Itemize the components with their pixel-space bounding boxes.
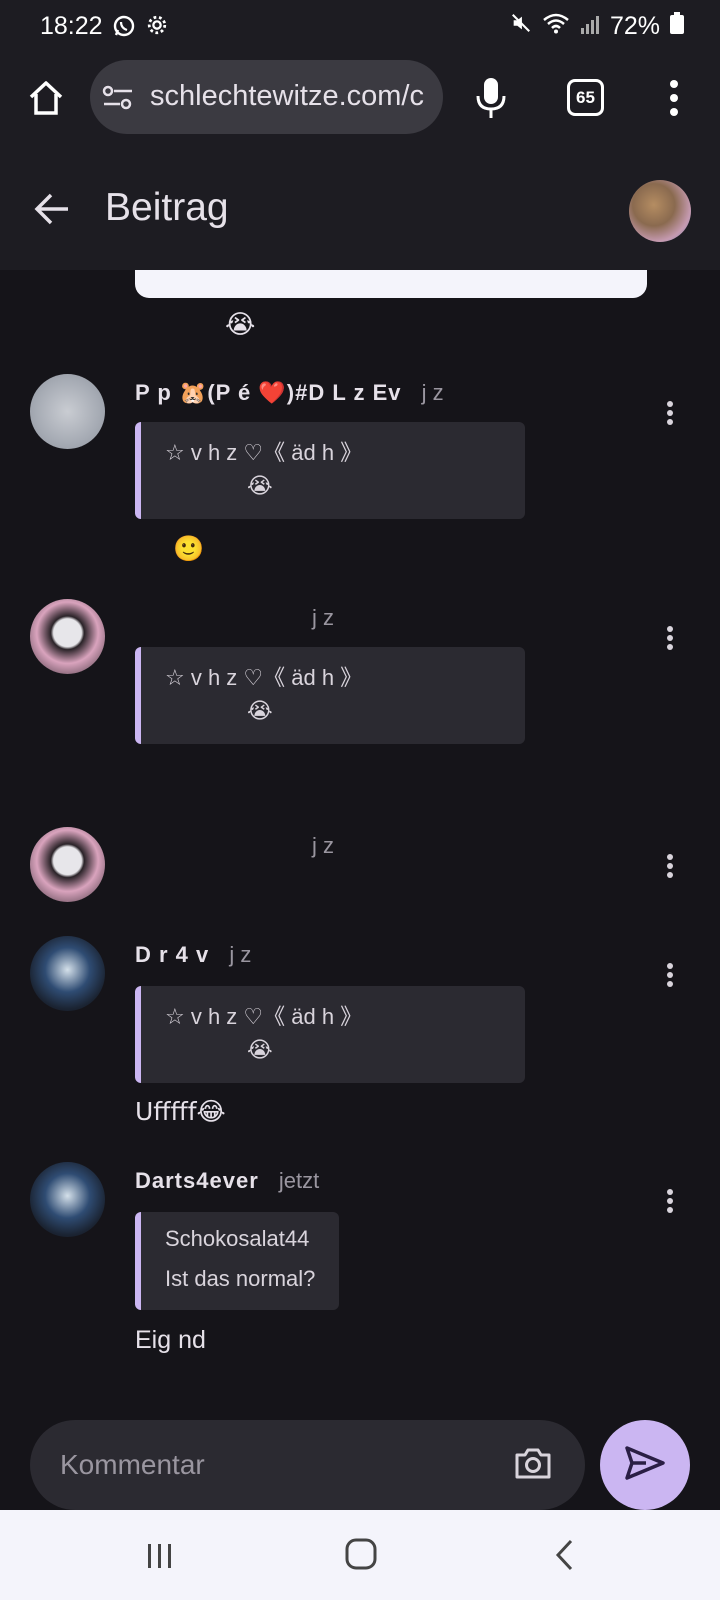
quoted-comment[interactable]: ☆ v h z ♡《 äd h 》 😭 bbox=[135, 422, 525, 519]
crying-emoji: 😭 bbox=[225, 310, 256, 340]
mute-icon bbox=[510, 12, 532, 41]
back-nav-icon[interactable] bbox=[553, 1538, 575, 1577]
quote-text: ☆ v h z ♡《 äd h 》 bbox=[165, 665, 363, 690]
quote-author: Schokosalat44 bbox=[165, 1226, 310, 1251]
quote-emoji: 😭 bbox=[247, 474, 273, 499]
avatar[interactable] bbox=[30, 374, 105, 449]
more-options-icon[interactable] bbox=[665, 962, 675, 993]
quoted-comment[interactable]: Schokosalat44 Ist das normal? bbox=[135, 1212, 340, 1310]
battery-icon bbox=[670, 12, 684, 41]
send-icon bbox=[624, 1445, 666, 1486]
avatar[interactable] bbox=[30, 1162, 105, 1237]
quoted-comment[interactable]: ☆ v h z ♡《 äd h 》 😭 bbox=[135, 647, 525, 744]
battery-text: 72% bbox=[609, 12, 660, 40]
address-bar[interactable]: schlechtewitze.com/c bbox=[90, 60, 443, 134]
quote-emoji: 😭 bbox=[247, 1038, 273, 1063]
previous-post-card bbox=[135, 270, 647, 298]
tab-switcher-button[interactable]: 65 bbox=[567, 79, 604, 116]
more-options-icon[interactable] bbox=[665, 625, 675, 656]
quote-emoji: 😭 bbox=[247, 699, 273, 724]
whatsapp-icon bbox=[112, 14, 136, 43]
more-options-icon[interactable] bbox=[665, 1188, 675, 1219]
settings-icon bbox=[146, 14, 168, 43]
comment-time: j z bbox=[312, 833, 334, 858]
comment-body: Ufffff😂 bbox=[135, 1097, 226, 1126]
comment-time: j z bbox=[421, 380, 444, 405]
comment-list: 😭 P p 🐹(P é ❤️)#D L z Ev j z ☆ v h z ♡《 … bbox=[0, 270, 720, 1408]
avatar[interactable] bbox=[30, 936, 105, 1011]
status-time: 18:22 bbox=[40, 12, 103, 40]
signal-icon bbox=[580, 12, 600, 41]
site-settings-icon[interactable] bbox=[102, 84, 134, 117]
avatar[interactable] bbox=[30, 599, 105, 674]
comment-input[interactable] bbox=[60, 1442, 500, 1488]
comment-time: j z bbox=[312, 605, 334, 630]
app-header: Beitrag bbox=[0, 148, 720, 270]
comment-composer bbox=[0, 1408, 720, 1510]
comment-body: Eig nd bbox=[135, 1326, 206, 1354]
comment-body: 🙂 bbox=[173, 534, 205, 563]
url-text[interactable]: schlechtewitze.com/c bbox=[150, 80, 424, 113]
more-options-icon[interactable] bbox=[665, 853, 675, 884]
comment-author[interactable]: D r 4 v bbox=[135, 942, 209, 967]
back-arrow-icon[interactable] bbox=[34, 192, 70, 231]
quote-text: ☆ v h z ♡《 äd h 》 bbox=[165, 440, 363, 465]
user-avatar[interactable] bbox=[629, 180, 691, 242]
comment-time: jetzt bbox=[278, 1168, 320, 1193]
browser-toolbar: schlechtewitze.com/c 65 bbox=[0, 52, 720, 148]
quote-text: ☆ v h z ♡《 äd h 》 bbox=[165, 1004, 363, 1029]
status-bar: 18:22 72% bbox=[0, 0, 720, 52]
system-navigation-bar bbox=[0, 1510, 720, 1600]
comment-author[interactable]: Darts4ever bbox=[135, 1168, 259, 1193]
send-button[interactable] bbox=[600, 1420, 690, 1510]
wifi-icon bbox=[542, 12, 570, 41]
page-title: Beitrag bbox=[105, 186, 229, 229]
microphone-icon[interactable] bbox=[474, 76, 508, 125]
quoted-comment[interactable]: ☆ v h z ♡《 äd h 》 😭 bbox=[135, 986, 525, 1083]
recent-apps-icon[interactable] bbox=[145, 1542, 175, 1575]
comment-time: j z bbox=[229, 942, 252, 967]
home-nav-icon[interactable] bbox=[345, 1537, 377, 1576]
quote-text: Ist das normal? bbox=[165, 1266, 316, 1291]
comment-author[interactable]: P p 🐹(P é ❤️)#D L z Ev bbox=[135, 380, 402, 405]
camera-icon[interactable] bbox=[513, 1445, 553, 1486]
home-icon[interactable] bbox=[26, 78, 66, 123]
comment-input-box[interactable] bbox=[30, 1420, 585, 1510]
more-options-icon[interactable] bbox=[668, 78, 680, 123]
avatar[interactable] bbox=[30, 827, 105, 902]
more-options-icon[interactable] bbox=[665, 400, 675, 431]
